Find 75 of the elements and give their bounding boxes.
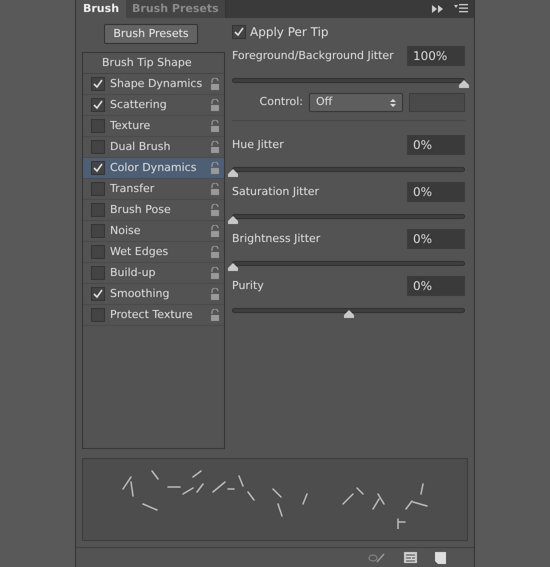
checkbox[interactable] (91, 266, 105, 280)
control-field (409, 93, 465, 112)
control-dropdown[interactable]: Off (309, 93, 403, 112)
item-label: Protect Texture (110, 306, 194, 323)
settings-list-item[interactable]: Smoothing (83, 284, 224, 305)
checkbox[interactable] (91, 140, 105, 154)
checkbox[interactable] (91, 308, 105, 322)
slider-thumb[interactable] (459, 80, 469, 88)
lock-icon[interactable] (210, 141, 220, 153)
checkbox[interactable] (91, 161, 105, 175)
collapse-icon[interactable] (432, 5, 444, 13)
slider-label: Saturation Jitter (232, 184, 320, 200)
lock-icon[interactable] (210, 99, 220, 111)
checkbox[interactable] (91, 245, 105, 259)
settings-list-item[interactable]: Protect Texture (83, 305, 224, 326)
slider-thumb[interactable] (228, 216, 238, 224)
tab[interactable]: Brush (76, 0, 126, 18)
lock-icon[interactable] (210, 225, 220, 237)
lock-icon[interactable] (210, 246, 220, 258)
settings-list-item[interactable]: Noise (83, 221, 224, 242)
settings-list-item[interactable]: Scattering (83, 95, 224, 116)
slider-thumb[interactable] (228, 169, 238, 177)
lock-icon[interactable] (210, 288, 220, 300)
lock-icon[interactable] (210, 78, 220, 90)
brush-presets-button[interactable]: Brush Presets (104, 24, 198, 44)
settings-list-item[interactable]: Wet Edges (83, 242, 224, 263)
slider-label: Foreground/Background Jitter (232, 48, 394, 64)
item-label: Texture (110, 118, 152, 134)
value-field[interactable]: 0% (407, 182, 465, 202)
lock-icon[interactable] (210, 309, 220, 321)
control-label: Control: (260, 94, 303, 110)
lock-icon[interactable] (210, 162, 220, 174)
item-label: Scattering (110, 96, 168, 113)
lock-icon[interactable] (210, 120, 220, 132)
item-label: Color Dynamics (110, 160, 198, 176)
lock-icon[interactable] (210, 204, 220, 216)
apply-per-tip-label: Apply Per Tip (250, 24, 329, 41)
value-field[interactable]: 0% (407, 135, 465, 155)
checkbox[interactable] (91, 182, 105, 196)
item-label: Shape Dynamics (110, 76, 204, 92)
settings-list-item[interactable]: Color Dynamics (83, 158, 224, 179)
lock-icon[interactable] (210, 183, 220, 195)
checkbox[interactable] (91, 119, 105, 133)
checkbox[interactable] (91, 224, 105, 238)
checkbox[interactable] (91, 98, 105, 112)
settings-list-item[interactable]: Brush Pose (83, 200, 224, 221)
item-label: Transfer (110, 180, 156, 197)
brush-tip-shape-item[interactable]: Brush Tip Shape (83, 53, 224, 74)
settings-list-item[interactable]: Transfer (83, 179, 224, 200)
new-preset-icon[interactable] (435, 552, 446, 564)
slider-label: Purity (232, 278, 264, 294)
dropdown-arrows-icon (390, 98, 396, 108)
slider-thumb[interactable] (228, 263, 238, 271)
lock-icon[interactable] (210, 267, 220, 279)
settings-list-item[interactable]: Texture (83, 116, 224, 137)
item-label: Build-up (110, 264, 157, 281)
slider-thumb[interactable] (344, 310, 354, 318)
value-field[interactable]: 100% (407, 46, 465, 66)
item-label: Smoothing (110, 286, 170, 302)
menu-icon[interactable] (454, 4, 468, 13)
value-field[interactable]: 0% (407, 229, 465, 249)
brush-eye-icon[interactable] (368, 552, 386, 562)
slider-label: Hue Jitter (232, 136, 284, 153)
checkbox[interactable] (91, 203, 105, 217)
value-field[interactable]: 0% (407, 276, 465, 296)
checkbox[interactable] (91, 287, 105, 301)
settings-list-item[interactable]: Shape Dynamics (83, 74, 224, 95)
slider-label: Brightness Jitter (232, 230, 320, 247)
settings-list-item[interactable]: Build-up (83, 263, 224, 284)
item-label: Brush Pose (110, 202, 172, 218)
checkbox[interactable] (232, 25, 246, 39)
item-label: Noise (110, 222, 142, 239)
item-label: Dual Brush (110, 138, 172, 155)
checkbox[interactable] (91, 77, 105, 91)
item-label: Wet Edges (110, 244, 170, 260)
